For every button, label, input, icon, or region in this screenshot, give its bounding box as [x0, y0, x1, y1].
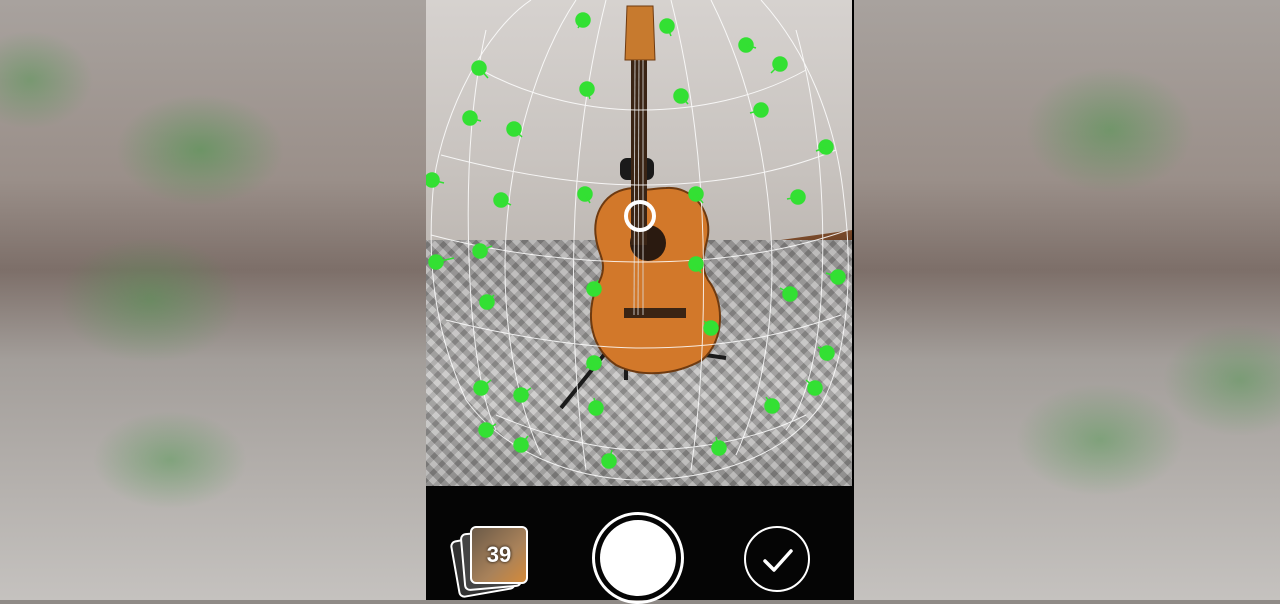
camera-controls-bar: 39: [426, 486, 854, 604]
checkmark-icon: [763, 549, 793, 572]
camera-viewfinder: [426, 0, 852, 486]
shutter-button[interactable]: [592, 512, 684, 604]
photo-stack-button[interactable]: 39: [449, 526, 534, 599]
photo-count: 39: [486, 542, 512, 567]
done-button[interactable]: [744, 526, 810, 592]
shutter-inner: [600, 520, 676, 596]
capture-scene: [426, 0, 849, 481]
